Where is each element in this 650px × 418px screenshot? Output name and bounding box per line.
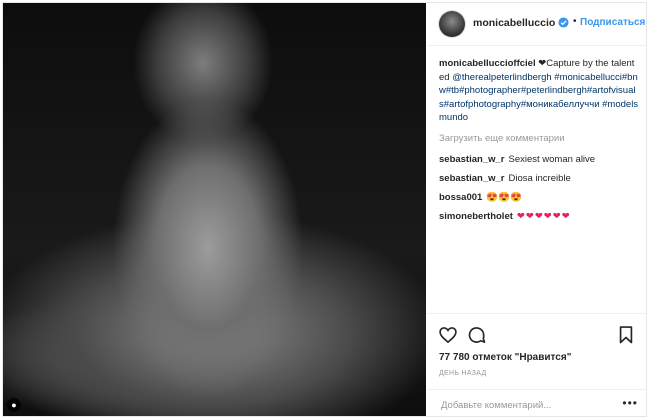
verified-badge-icon	[558, 17, 569, 28]
comment-item: simonebertholet ❤❤❤❤❤❤	[439, 207, 639, 226]
caption-mention[interactable]: @therealpeterlindbergh	[452, 72, 551, 83]
comment-user[interactable]: sebastian_w_r	[439, 154, 504, 165]
post-actions: 77 780 отметок "Нравится" ДЕНЬ НАЗАД •••	[427, 313, 646, 417]
comment-user[interactable]: simonebertholet	[439, 211, 513, 222]
comment-text: Sexiest woman alive	[508, 154, 596, 165]
comment-item: bossa001 😍😍😍	[439, 188, 639, 207]
post-time: ДЕНЬ НАЗАД	[439, 370, 487, 377]
comment-user[interactable]: sebastian_w_r	[439, 173, 504, 184]
post-photo[interactable]: ●	[3, 3, 426, 416]
header-username[interactable]: monicabelluccioff...	[473, 17, 555, 29]
heart-outline-icon[interactable]	[438, 325, 458, 345]
load-more-comments[interactable]: Загрузить еще комментарии	[439, 133, 565, 144]
user-tag-icon[interactable]: ●	[7, 398, 21, 412]
comment-text: ❤❤❤❤❤❤	[516, 211, 571, 222]
comments-list: sebastian_w_r Sexiest woman alive sebasti…	[439, 150, 639, 226]
comment-text: Diosa increible	[508, 173, 571, 184]
separator-dot: •	[573, 16, 577, 27]
likes-count[interactable]: 77 780 отметок "Нравится"	[439, 352, 571, 363]
instagram-post: ● monicabelluccioff... • Подписаться mon…	[2, 2, 647, 417]
comment-input[interactable]	[439, 395, 613, 415]
post-header: monicabelluccioff... • Подписаться	[427, 3, 646, 46]
comment-text: 😍😍😍	[486, 192, 522, 203]
comment-item: sebastian_w_r Sexiest woman alive	[439, 150, 639, 169]
comment-item: sebastian_w_r Diosa increible	[439, 169, 639, 188]
post-sidebar: monicabelluccioff... • Подписаться monic…	[427, 3, 646, 416]
speech-bubble-icon[interactable]	[467, 325, 487, 345]
bookmark-icon[interactable]	[616, 325, 636, 345]
follow-button[interactable]: Подписаться	[580, 17, 645, 28]
post-caption: monicabelluccioffciel ❤Capture by the ta…	[439, 57, 639, 125]
comment-box: •••	[427, 389, 646, 418]
comment-user[interactable]: bossa001	[439, 192, 482, 203]
avatar[interactable]	[439, 11, 465, 37]
more-options-icon[interactable]: •••	[622, 396, 638, 410]
caption-author[interactable]: monicabelluccioffciel	[439, 58, 536, 69]
